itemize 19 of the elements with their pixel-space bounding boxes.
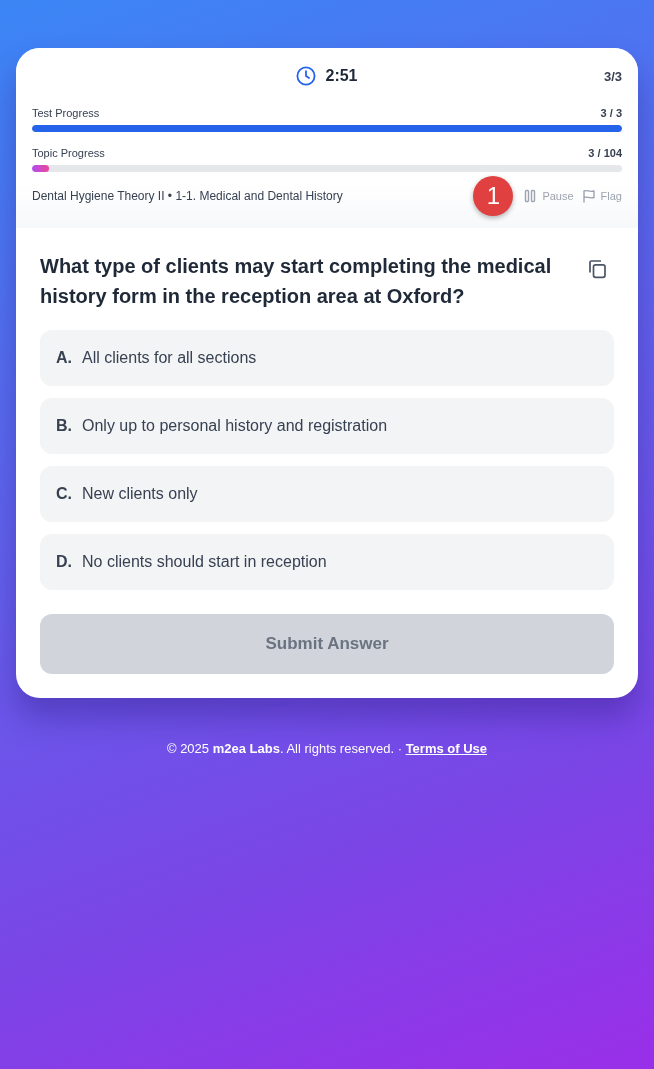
question-text: What type of clients may start completing the medical history form in the reception area at Oxford? <box>40 254 553 309</box>
number-badge: 1 <box>473 176 514 216</box>
clock-icon <box>296 66 317 86</box>
answer-option[interactable]: B. Only up to personal history and registration <box>40 398 614 454</box>
answer-option[interactable]: C. New clients only <box>40 466 614 522</box>
terms-link[interactable]: Terms of Use <box>405 741 488 756</box>
progress-reading: 3 / 104 <box>588 146 622 161</box>
answer-option[interactable]: A. All clients for all sections <box>40 330 614 386</box>
copy-icon[interactable] <box>586 258 608 280</box>
question-counter: 3/3 <box>603 68 622 84</box>
progress-label: Topic Progress <box>32 146 105 161</box>
timer-text: 2:51 <box>325 67 358 85</box>
pause-icon <box>523 189 538 203</box>
topic-breadcrumb: Dental Hygiene Theory II • 1-1. Medical and Dental History <box>32 189 343 203</box>
progress-reading: 3 / 3 <box>600 106 622 121</box>
progress-label: Test Progress <box>32 106 100 121</box>
flag-icon <box>581 189 596 203</box>
answer-option[interactable]: D. No clients should start in reception <box>40 534 614 590</box>
copyright-text: © 2025 m2ea Labs. All rights reserved. · Terms of Use <box>166 741 488 756</box>
